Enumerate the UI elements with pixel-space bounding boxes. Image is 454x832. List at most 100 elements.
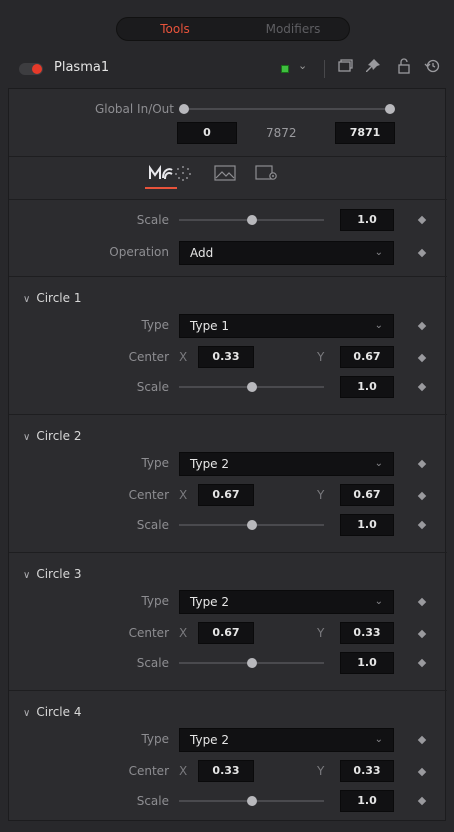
center-x-label: X: [179, 488, 188, 502]
type-dropdown[interactable]: Type 2 ⌄: [179, 590, 394, 614]
type-value: Type 2: [190, 733, 230, 747]
chevron-down-icon: ∨: [23, 708, 31, 719]
center-x-field[interactable]: 0.67: [198, 622, 254, 644]
tab-tools[interactable]: Tools: [117, 18, 233, 40]
operation-dropdown[interactable]: Add ⌄: [179, 241, 394, 265]
color-chip[interactable]: [281, 65, 289, 73]
record-dot-icon: [32, 64, 42, 74]
divider: [9, 690, 447, 691]
keyframe-icon[interactable]: [417, 353, 427, 363]
type-value: Type 2: [190, 595, 230, 609]
divider: [9, 156, 447, 157]
chevron-down-icon: ∨: [23, 432, 31, 443]
chevron-down-icon: ⌄: [374, 458, 383, 469]
center-x-label: X: [179, 350, 188, 364]
circle-group-header[interactable]: ∨ Circle 4: [23, 705, 81, 719]
reset-icon[interactable]: [424, 57, 442, 75]
active-tab-underline: [145, 187, 177, 189]
tool-name[interactable]: Plasma1: [54, 60, 109, 75]
center-y-label: Y: [317, 626, 325, 640]
image-icon[interactable]: [214, 165, 236, 181]
header-divider: [324, 60, 325, 78]
type-label: Type: [141, 318, 169, 332]
type-label: Type: [141, 456, 169, 470]
center-y-label: Y: [317, 488, 325, 502]
center-x-field[interactable]: 0.33: [198, 760, 254, 782]
plasma-icon[interactable]: [145, 165, 177, 189]
scale-label: Scale: [136, 380, 169, 394]
type-dropdown[interactable]: Type 2 ⌄: [179, 728, 394, 752]
divider: [9, 552, 447, 553]
global-out-handle[interactable]: [385, 104, 395, 114]
scale-label: Scale: [136, 518, 169, 532]
scale-field[interactable]: 1.0: [340, 652, 394, 674]
circle-group-title: Circle 3: [36, 567, 82, 581]
keyframe-icon[interactable]: [417, 248, 427, 258]
keyframe-icon[interactable]: [417, 459, 427, 469]
scale-field[interactable]: 1.0: [340, 209, 394, 231]
type-label: Type: [141, 732, 169, 746]
center-label: Center: [128, 764, 169, 778]
operation-value: Add: [190, 246, 214, 260]
scale-slider-knob[interactable]: [246, 796, 257, 806]
keyframe-icon[interactable]: [417, 215, 427, 225]
tools-modifiers-tabs: Tools Modifiers: [116, 17, 350, 41]
center-y-label: Y: [317, 764, 325, 778]
circle-group-header[interactable]: ∨ Circle 2: [23, 429, 81, 443]
center-y-field[interactable]: 0.67: [340, 346, 394, 368]
scale-slider-knob[interactable]: [246, 382, 257, 392]
keyframe-icon[interactable]: [417, 767, 427, 777]
circle-group-title: Circle 1: [36, 291, 82, 305]
center-label: Center: [128, 350, 169, 364]
pin-icon[interactable]: [364, 57, 382, 75]
keyframe-icon[interactable]: [417, 796, 427, 806]
center-y-field[interactable]: 0.33: [340, 622, 394, 644]
divider: [9, 276, 447, 277]
tab-modifiers[interactable]: Modifiers: [235, 18, 351, 40]
scale-slider-knob[interactable]: [246, 215, 257, 225]
keyframe-icon[interactable]: [417, 321, 427, 331]
settings-icon[interactable]: [255, 165, 279, 181]
keyframe-icon[interactable]: [417, 491, 427, 501]
keyframe-icon[interactable]: [417, 597, 427, 607]
chevron-down-icon[interactable]: ⌄: [298, 59, 307, 72]
chevron-down-icon: ⌄: [374, 247, 383, 258]
global-out-field[interactable]: 7871: [335, 122, 395, 144]
global-in-handle[interactable]: [179, 104, 189, 114]
operation-label: Operation: [109, 245, 169, 259]
global-in-field[interactable]: 0: [177, 122, 237, 144]
keyframe-icon[interactable]: [417, 658, 427, 668]
window-icon[interactable]: [336, 57, 354, 75]
tool-header: Plasma1 ⌄: [0, 54, 454, 88]
scale-label: Scale: [136, 656, 169, 670]
center-x-field[interactable]: 0.67: [198, 484, 254, 506]
chevron-down-icon: ∨: [23, 294, 31, 305]
keyframe-icon[interactable]: [417, 520, 427, 530]
scale-slider-knob[interactable]: [246, 658, 257, 668]
type-dropdown[interactable]: Type 1 ⌄: [179, 314, 394, 338]
keyframe-icon[interactable]: [417, 735, 427, 745]
type-label: Type: [141, 594, 169, 608]
scale-label: Scale: [136, 213, 169, 227]
circle-group-header[interactable]: ∨ Circle 1: [23, 291, 81, 305]
lock-icon[interactable]: [395, 57, 413, 75]
tool-enable-toggle[interactable]: [19, 63, 43, 75]
chevron-down-icon: ⌄: [374, 320, 383, 331]
center-y-field[interactable]: 0.33: [340, 760, 394, 782]
global-range-track[interactable]: [185, 108, 391, 110]
chevron-down-icon: ⌄: [374, 734, 383, 745]
scale-field[interactable]: 1.0: [340, 514, 394, 536]
divider: [9, 199, 447, 200]
type-dropdown[interactable]: Type 2 ⌄: [179, 452, 394, 476]
particles-icon[interactable]: [174, 165, 192, 181]
scale-field[interactable]: 1.0: [340, 376, 394, 398]
center-label: Center: [128, 626, 169, 640]
scale-field[interactable]: 1.0: [340, 790, 394, 812]
circle-group-header[interactable]: ∨ Circle 3: [23, 567, 81, 581]
center-x-field[interactable]: 0.33: [198, 346, 254, 368]
keyframe-icon[interactable]: [417, 382, 427, 392]
center-y-field[interactable]: 0.67: [340, 484, 394, 506]
keyframe-icon[interactable]: [417, 629, 427, 639]
scale-slider-knob[interactable]: [246, 520, 257, 530]
top-tab-bar: Tools Modifiers: [0, 0, 454, 52]
